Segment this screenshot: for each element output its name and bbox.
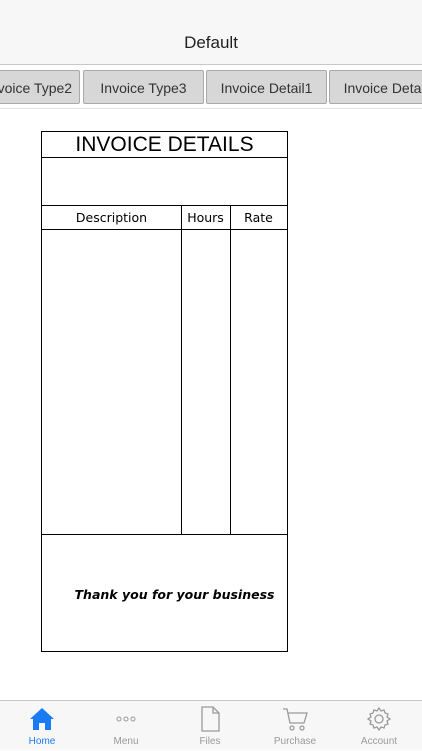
header-divider <box>42 229 287 230</box>
tab-label: Invoice Detail1 <box>220 80 313 96</box>
invoice-title: INVOICE DETAILS <box>42 132 287 158</box>
tabbar-item-files[interactable]: Files <box>168 701 252 751</box>
file-icon <box>168 705 252 733</box>
tab-invoice-detail2[interactable]: Invoice Detail2 <box>329 70 422 104</box>
bottom-tab-bar: Home Menu Files Purchase Account <box>0 700 422 750</box>
table-bottom-divider <box>42 534 287 535</box>
column-header-description: Description <box>75 210 148 225</box>
navigation-bar: Default <box>0 0 422 65</box>
page-title: Default <box>184 33 238 52</box>
tab-label: Invoice Type2 <box>0 80 73 96</box>
tabbar-label: Home <box>28 736 56 747</box>
tab-label: Invoice Type3 <box>100 80 187 96</box>
invoice-info-area <box>42 158 287 206</box>
column-header-rate: Rate <box>244 210 273 225</box>
template-tabs[interactable]: Invoice Type2 Invoice Type3 Invoice Deta… <box>0 66 422 109</box>
tabbar-label: Files <box>199 736 221 747</box>
tabbar-item-account[interactable]: Account <box>337 701 421 751</box>
tabbar-label: Menu <box>113 736 139 747</box>
tabbar-label: Purchase <box>273 736 317 747</box>
tabbar-label: Account <box>360 736 398 747</box>
tabbar-item-home[interactable]: Home <box>0 701 84 751</box>
tab-invoice-type3[interactable]: Invoice Type3 <box>83 70 204 104</box>
column-divider <box>181 206 182 534</box>
tab-label: Invoice Detail2 <box>343 80 422 96</box>
gear-icon <box>337 705 421 733</box>
cart-icon <box>253 705 337 733</box>
column-header-hours: Hours <box>187 210 224 225</box>
tabbar-item-menu[interactable]: Menu <box>84 701 168 751</box>
tabbar-item-purchase[interactable]: Purchase <box>253 701 337 751</box>
tab-invoice-detail1[interactable]: Invoice Detail1 <box>206 70 327 104</box>
more-icon <box>84 705 168 733</box>
tab-invoice-type2[interactable]: Invoice Type2 <box>0 70 80 104</box>
home-icon <box>0 705 84 733</box>
invoice-footer-text: Thank you for your business <box>74 587 275 602</box>
column-divider <box>230 206 231 534</box>
invoice-preview[interactable]: INVOICE DETAILS Description Hours Rate T… <box>41 131 288 652</box>
